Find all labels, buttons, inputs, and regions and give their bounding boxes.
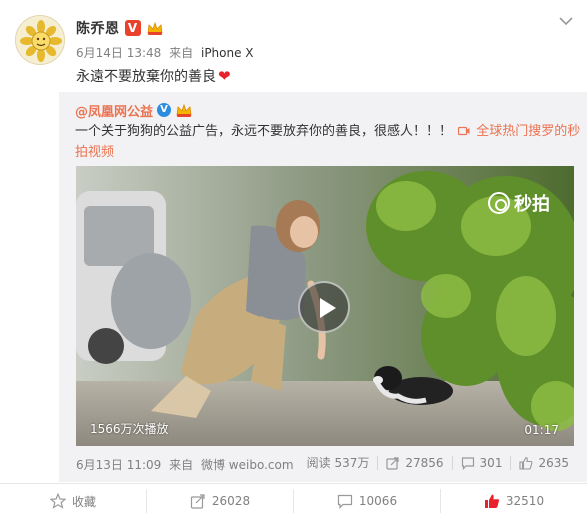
repost-forward-count: 27856 [405, 455, 444, 470]
verified-badge-icon[interactable]: V [124, 20, 141, 36]
like-count: 32510 [505, 494, 545, 508]
thumbs-up-icon [519, 456, 533, 470]
like-button[interactable]: 32510 [440, 489, 587, 513]
reposted-content: @凤凰网公益 V 一个关于狗狗的公益广告，永远不要放弃你的善良，很感人！！！ 全… [59, 92, 587, 482]
repost-reads: 阅读 537万 [299, 454, 378, 471]
miaopai-logo-icon [488, 192, 510, 214]
reads-count: 阅读 537万 [306, 456, 370, 470]
star-icon [49, 493, 66, 509]
play-button[interactable] [298, 281, 350, 333]
favorite-button[interactable]: 收藏 [0, 489, 146, 513]
crown-badge-icon[interactable] [146, 20, 164, 36]
crown-badge-icon[interactable] [175, 102, 193, 118]
favorite-label: 收藏 [71, 494, 96, 509]
comment-count: 10066 [358, 494, 398, 508]
post-username[interactable]: 陈乔恩 [76, 18, 120, 38]
repost-button[interactable]: 26028 [146, 489, 293, 513]
repost-meta: 6月13日 11:09 来自 微博 weibo.com [76, 456, 298, 473]
forward-icon [386, 456, 399, 470]
repost-footer: 6月13日 11:09 来自 微博 weibo.com 阅读 537万 2785… [59, 452, 587, 474]
repost-date[interactable]: 6月13日 11:09 [76, 458, 161, 472]
repost-source-prefix: 来自 [169, 458, 194, 472]
video-watermark: 秒拍 [488, 190, 550, 216]
watermark-text: 秒拍 [514, 194, 550, 215]
comment-icon [337, 494, 353, 509]
video-play-count: 1566万次播放 [90, 422, 169, 436]
post-content: 永遠不要放棄你的善良 ❤ [76, 66, 231, 86]
avatar[interactable] [15, 15, 65, 65]
repost-stats: 阅读 537万 27856 301 2635 [299, 454, 577, 471]
repost-text-body: 一个关于狗狗的公益广告，永远不要放弃你的善良，很感人！！！ [75, 124, 453, 139]
thumbs-up-icon [484, 494, 499, 508]
repost-source[interactable]: 微博 weibo.com [201, 458, 294, 472]
repost-comment-count: 301 [479, 455, 503, 470]
repost-comment-stat[interactable]: 301 [451, 455, 511, 470]
post-author-row: 陈乔恩 V [76, 18, 164, 38]
comment-icon [461, 456, 474, 470]
post-source-prefix: 来自 [169, 46, 194, 60]
repost-forward-stat[interactable]: 27856 [377, 455, 451, 470]
heart-emoji-icon: ❤ [218, 67, 231, 85]
post-meta: 6月14日 13:48 来自 iPhone X [76, 44, 258, 61]
post-date[interactable]: 6月14日 13:48 [76, 46, 161, 60]
verified-v-icon[interactable]: V [157, 103, 172, 117]
repost-like-count: 2635 [538, 455, 569, 470]
chevron-down-icon[interactable] [559, 16, 573, 26]
repost-like-stat[interactable]: 2635 [510, 455, 577, 470]
repost-username[interactable]: @凤凰网公益 [75, 101, 153, 120]
comment-button[interactable]: 10066 [293, 489, 440, 513]
repost-count: 26028 [211, 494, 251, 508]
video-camera-icon [458, 126, 470, 136]
forward-icon [190, 494, 205, 509]
post-text: 永遠不要放棄你的善良 [76, 69, 216, 85]
repost-text: 一个关于狗狗的公益广告，永远不要放弃你的善良，很感人！！！ 全球热门搜罗的秒拍视… [75, 121, 585, 163]
video-player[interactable]: 秒拍 1566万次播放 01:17 [76, 166, 574, 446]
video-duration: 01:17 [524, 423, 559, 437]
post-action-bar: 收藏 26028 10066 32510 [0, 483, 587, 517]
repost-author-row: @凤凰网公益 V [75, 100, 193, 120]
post-source[interactable]: iPhone X [201, 46, 254, 60]
weibo-post-card: 陈乔恩 V 6月14日 13:48 来自 iPhone X 永遠不要放棄你的善良… [0, 0, 587, 517]
